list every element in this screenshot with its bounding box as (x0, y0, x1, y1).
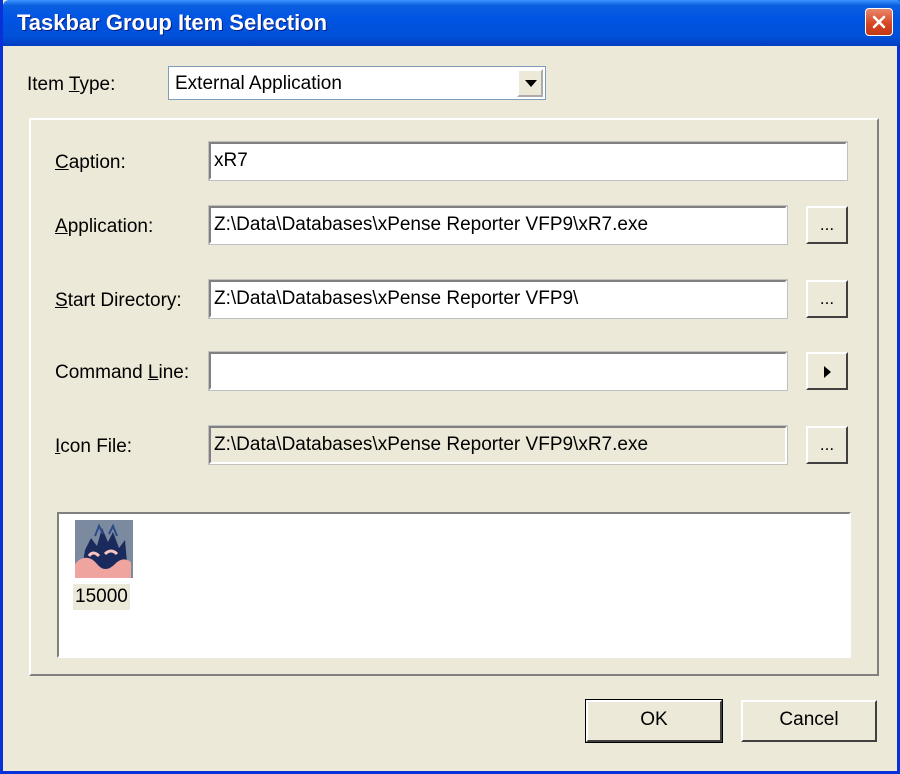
title-bar[interactable]: Taskbar Group Item Selection (3, 0, 900, 46)
start-directory-field[interactable]: Z:\Data\Databases\xPense Reporter VFP9\ (208, 279, 788, 319)
play-arrow-icon (824, 366, 831, 378)
cancel-button[interactable]: Cancel (741, 700, 877, 742)
chevron-down-icon (525, 80, 537, 87)
start-directory-browse-button[interactable]: ... (806, 280, 848, 318)
application-browse-button[interactable]: ... (806, 206, 848, 244)
item-type-label: Item Type: (27, 74, 116, 95)
close-button[interactable] (865, 8, 893, 36)
application-field[interactable]: Z:\Data\Databases\xPense Reporter VFP9\x… (208, 205, 788, 245)
close-icon (872, 15, 886, 29)
application-label: Application: (55, 216, 154, 237)
window-title: Taskbar Group Item Selection (17, 10, 328, 35)
command-line-menu-button[interactable] (806, 352, 848, 390)
icon-file-field[interactable]: Z:\Data\Databases\xPense Reporter VFP9\x… (208, 425, 788, 465)
ok-button[interactable]: OK (585, 699, 723, 743)
command-line-label: Command Line: (55, 362, 190, 383)
item-type-dropdown-button[interactable] (517, 69, 543, 97)
icon-list[interactable]: 15000 (57, 512, 851, 658)
caption-label: Caption: (55, 152, 126, 173)
command-line-field[interactable] (208, 351, 788, 391)
icon-caption: 15000 (73, 584, 130, 610)
dialog-window: Taskbar Group Item Selection Item Type: … (0, 0, 900, 774)
icon-file-browse-button[interactable]: ... (806, 426, 848, 464)
xr7-app-icon (75, 520, 133, 578)
caption-field[interactable]: xR7 (208, 141, 848, 181)
start-directory-label: Start Directory: (55, 290, 182, 311)
item-type-value: External Application (175, 73, 342, 94)
item-type-select[interactable]: External Application (168, 66, 546, 100)
icon-file-label: Icon File: (55, 436, 133, 457)
